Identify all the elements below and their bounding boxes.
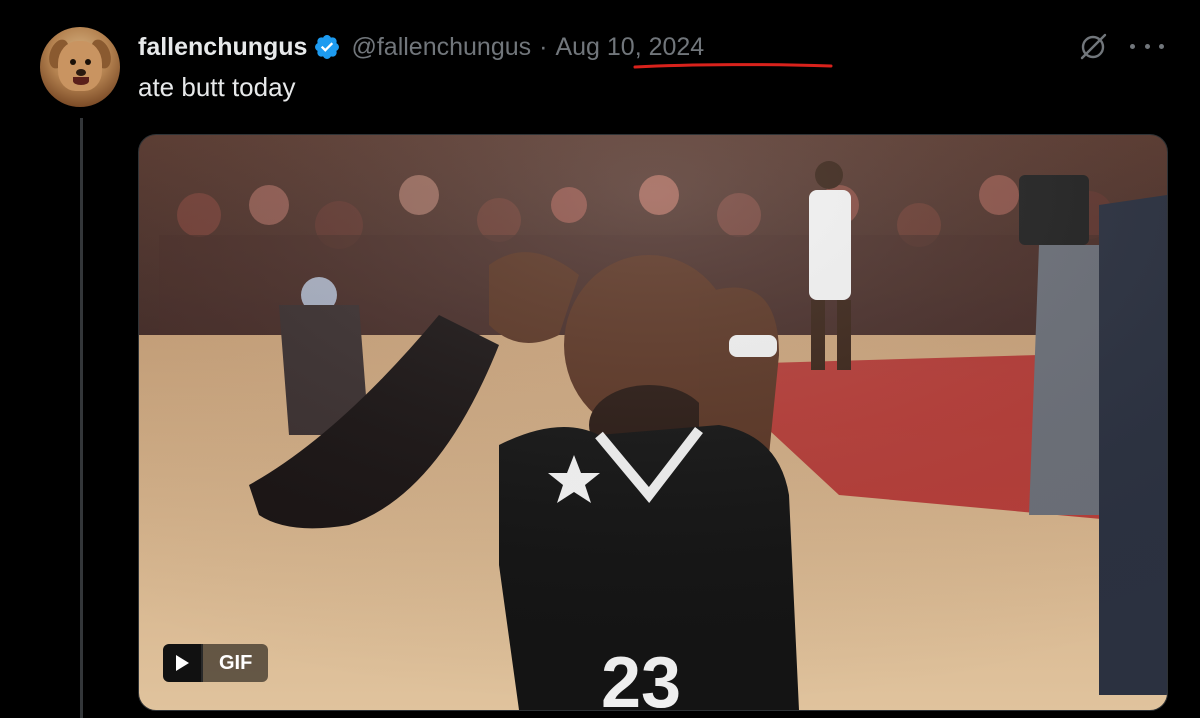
gif-badge[interactable]: GIF [163,644,269,682]
avatar-dog-nose [76,69,86,76]
post-date[interactable]: Aug 10, 2024 [555,33,704,62]
tweet-text: ate butt today [138,72,296,102]
handle[interactable]: @fallenchungus [351,33,531,62]
avatar-dog-mouth [73,77,89,85]
tweet-header: fallenchungus @fallenchungus · Aug 10, 2… [138,30,704,64]
grok-icon[interactable] [1076,30,1110,64]
avatar[interactable] [40,27,120,107]
verified-badge-icon[interactable] [313,33,341,61]
more-dot [1159,43,1164,49]
more-dot [1144,43,1150,49]
gif-label: GIF [203,644,269,682]
red-underline-annotation [633,63,833,69]
avatar-dog-eye [85,59,91,65]
more-icon[interactable] [1130,34,1164,58]
gif-media[interactable]: 23 GIF [138,134,1168,711]
gif-frame: 23 [139,135,1167,710]
more-dot [1130,43,1135,49]
play-icon[interactable] [163,644,203,682]
thread-line [80,118,83,718]
display-name[interactable]: fallenchungus [138,33,307,62]
separator-dot: · [539,32,548,61]
avatar-dog-eye [70,59,76,65]
